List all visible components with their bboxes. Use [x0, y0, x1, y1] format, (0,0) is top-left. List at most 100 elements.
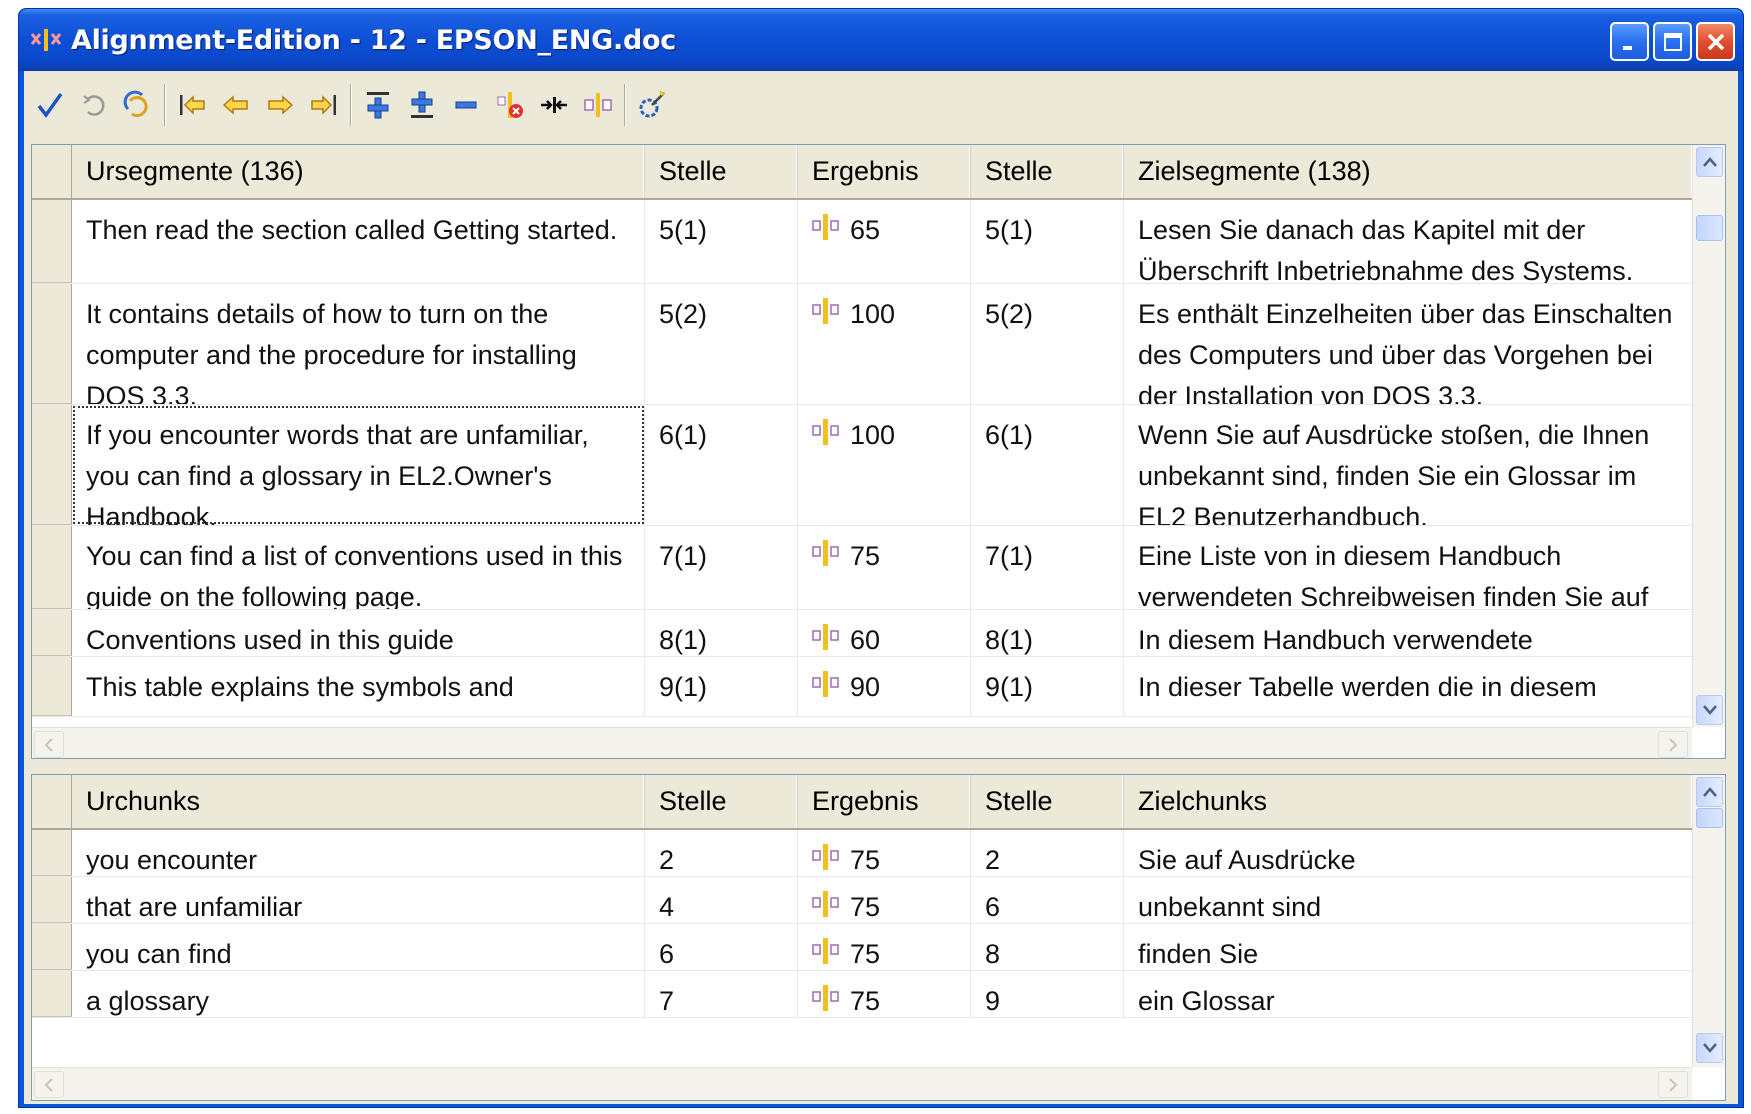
- source-position-cell[interactable]: 5(2): [645, 284, 798, 404]
- result-cell[interactable]: 75: [798, 924, 971, 970]
- source-cell[interactable]: you can find: [72, 924, 645, 970]
- source-cell[interactable]: you encounter: [72, 830, 645, 876]
- row-header[interactable]: [32, 200, 72, 283]
- target-position-cell[interactable]: 8: [971, 924, 1124, 970]
- scroll-left-button[interactable]: [34, 731, 64, 758]
- source-cell[interactable]: It contains details of how to turn on th…: [72, 284, 645, 404]
- source-position-cell[interactable]: 7: [645, 971, 798, 1017]
- result-cell[interactable]: 100: [798, 284, 971, 404]
- target-cell[interactable]: In dieser Tabelle werden die in diesem H…: [1124, 657, 1692, 716]
- source-cell[interactable]: This table explains the symbols and type…: [72, 657, 645, 716]
- row-header[interactable]: [32, 284, 72, 404]
- source-cell[interactable]: that are unfamiliar: [72, 877, 645, 923]
- row-header[interactable]: [32, 830, 72, 876]
- chunk-row[interactable]: a glossary 7 75 9 ein Glossar: [32, 971, 1692, 1018]
- target-position-cell[interactable]: 8(1): [971, 610, 1124, 656]
- source-position-cell[interactable]: 4: [645, 877, 798, 923]
- first-button[interactable]: [170, 83, 214, 127]
- column-header-target-segments[interactable]: Zielsegmente (138): [1124, 145, 1692, 198]
- chunks-horizontal-scrollbar[interactable]: [32, 1067, 1692, 1100]
- target-cell[interactable]: Lesen Sie danach das Kapitel mit der Übe…: [1124, 200, 1692, 283]
- maximize-button[interactable]: [1653, 22, 1692, 61]
- target-cell[interactable]: In diesem Handbuch verwendete Schreibwei…: [1124, 610, 1692, 656]
- refresh-all-button[interactable]: [116, 83, 160, 127]
- previous-button[interactable]: [214, 83, 258, 127]
- result-cell[interactable]: 75: [798, 877, 971, 923]
- source-position-cell[interactable]: 9(1): [645, 657, 798, 716]
- row-header[interactable]: [32, 657, 72, 716]
- source-position-cell[interactable]: 2: [645, 830, 798, 876]
- scroll-left-button[interactable]: [34, 1071, 64, 1098]
- chunk-row[interactable]: you encounter 2 75 2 Sie auf Ausdrücke: [32, 830, 1692, 877]
- source-cell[interactable]: You can find a list of conventions used …: [72, 526, 645, 609]
- target-position-cell[interactable]: 5(2): [971, 284, 1124, 404]
- target-position-cell[interactable]: 2: [971, 830, 1124, 876]
- source-cell[interactable]: Conventions used in this guide: [72, 610, 645, 656]
- target-cell[interactable]: Es enthält Einzelheiten über das Einscha…: [1124, 284, 1692, 404]
- row-header[interactable]: [32, 526, 72, 609]
- chunk-row[interactable]: you can find 6 75 8 finden Sie: [32, 924, 1692, 971]
- scroll-up-button[interactable]: [1696, 147, 1723, 177]
- insert-below-button[interactable]: [400, 83, 444, 127]
- target-position-cell[interactable]: 6(1): [971, 405, 1124, 525]
- segments-grid[interactable]: Ursegmente (136) Stelle Ergebnis Stelle …: [31, 144, 1726, 759]
- column-header-result[interactable]: Ergebnis: [798, 775, 971, 828]
- segments-vertical-scrollbar[interactable]: [1692, 145, 1725, 727]
- target-position-cell[interactable]: 9(1): [971, 657, 1124, 716]
- row-header[interactable]: [32, 610, 72, 656]
- segment-row[interactable]: You can find a list of conventions used …: [32, 526, 1692, 610]
- row-header[interactable]: [32, 971, 72, 1017]
- last-button[interactable]: [302, 83, 346, 127]
- result-cell[interactable]: 90: [798, 657, 971, 716]
- source-position-cell[interactable]: 8(1): [645, 610, 798, 656]
- result-cell[interactable]: 75: [798, 526, 971, 609]
- result-cell[interactable]: 65: [798, 200, 971, 283]
- column-header-source-position[interactable]: Stelle: [645, 775, 798, 828]
- result-cell[interactable]: 60: [798, 610, 971, 656]
- result-cell[interactable]: 100: [798, 405, 971, 525]
- chunk-row[interactable]: that are unfamiliar 4 75 6 unbekannt sind: [32, 877, 1692, 924]
- row-header[interactable]: [32, 405, 72, 525]
- result-cell[interactable]: 75: [798, 830, 971, 876]
- scroll-down-button[interactable]: [1696, 695, 1723, 725]
- source-cell[interactable]: Then read the section called Getting sta…: [72, 200, 645, 283]
- delete-link-button[interactable]: [488, 83, 532, 127]
- segment-row[interactable]: If you encounter words that are unfamili…: [32, 405, 1692, 526]
- result-cell[interactable]: 75: [798, 971, 971, 1017]
- segment-row[interactable]: This table explains the symbols and type…: [32, 657, 1692, 717]
- column-header-target-position[interactable]: Stelle: [971, 145, 1124, 198]
- chunks-vertical-scrollbar[interactable]: [1692, 775, 1725, 1067]
- source-position-cell[interactable]: 6: [645, 924, 798, 970]
- title-bar[interactable]: Alignment-Edition - 12 - EPSON_ENG.doc: [19, 9, 1743, 71]
- segments-horizontal-scrollbar[interactable]: [32, 727, 1692, 758]
- target-cell[interactable]: ein Glossar: [1124, 971, 1692, 1017]
- target-position-cell[interactable]: 5(1): [971, 200, 1124, 283]
- refresh-button[interactable]: [72, 83, 116, 127]
- target-cell[interactable]: unbekannt sind: [1124, 877, 1692, 923]
- next-button[interactable]: [258, 83, 302, 127]
- scroll-thumb[interactable]: [1696, 215, 1723, 241]
- target-cell[interactable]: Eine Liste von in diesem Handbuch verwen…: [1124, 526, 1692, 609]
- close-button[interactable]: [1696, 22, 1735, 61]
- segment-row[interactable]: It contains details of how to turn on th…: [32, 284, 1692, 405]
- row-header[interactable]: [32, 924, 72, 970]
- column-header-target-chunks[interactable]: Zielchunks: [1124, 775, 1692, 828]
- settings-button[interactable]: [630, 83, 674, 127]
- column-header-result[interactable]: Ergebnis: [798, 145, 971, 198]
- column-header-target-position[interactable]: Stelle: [971, 775, 1124, 828]
- minimize-button[interactable]: [1610, 22, 1649, 61]
- source-position-cell[interactable]: 7(1): [645, 526, 798, 609]
- confirm-button[interactable]: [28, 83, 72, 127]
- scroll-down-button[interactable]: [1696, 1033, 1723, 1063]
- segment-row[interactable]: Then read the section called Getting sta…: [32, 200, 1692, 284]
- target-cell[interactable]: finden Sie: [1124, 924, 1692, 970]
- scroll-thumb[interactable]: [1696, 808, 1723, 828]
- chunks-grid[interactable]: Urchunks Stelle Ergebnis Stelle Zielchun…: [31, 774, 1726, 1101]
- remove-button[interactable]: [444, 83, 488, 127]
- column-header-source-chunks[interactable]: Urchunks: [72, 775, 645, 828]
- row-header[interactable]: [32, 877, 72, 923]
- column-header-source-position[interactable]: Stelle: [645, 145, 798, 198]
- target-position-cell[interactable]: 7(1): [971, 526, 1124, 609]
- scroll-right-button[interactable]: [1658, 1071, 1688, 1098]
- source-position-cell[interactable]: 5(1): [645, 200, 798, 283]
